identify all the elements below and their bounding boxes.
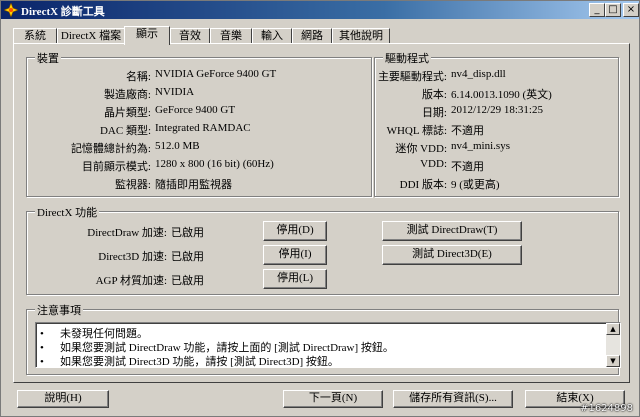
directx-app-icon — [4, 3, 18, 17]
feature-label: AGP 材質加速: — [95, 275, 167, 287]
feature-status: 已啟用 — [171, 227, 204, 239]
field-value: 2012/12/29 18:31:25 — [451, 104, 543, 116]
driver-group: 驅動程式 主要驅動程式: nv4_disp.dll 版本: 6.14.0013.… — [374, 50, 619, 197]
field-label: WHQL 標誌: — [386, 125, 447, 137]
field-value: 6.14.0013.1090 (英文) — [451, 89, 552, 101]
display-tab-panel: 裝置 名稱: NVIDIA GeForce 9400 GT 製造廠商: NVID… — [13, 43, 630, 383]
tab-display[interactable]: 顯示 — [124, 26, 170, 45]
field-value: 隨插即用監視器 — [155, 179, 232, 191]
window-title: DirectX 診斷工具 — [21, 6, 105, 18]
driver-row: WHQL 標誌: 不適用 — [375, 122, 618, 137]
dxdiag-window: DirectX 診斷工具 _ □ × 系統 DirectX 檔案 顯示 音效 音… — [0, 0, 640, 417]
agp-row: AGP 材質加速: 已啟用 — [27, 272, 267, 287]
help-button[interactable]: 說明(H) — [17, 390, 109, 408]
maximize-button[interactable]: □ — [605, 3, 621, 17]
tab-directx-files[interactable]: DirectX 檔案 — [57, 28, 125, 44]
tab-music[interactable]: 音樂 — [210, 28, 252, 44]
device-row: 監視器: 隨插即用監視器 — [27, 176, 371, 191]
driver-row: 版本: 6.14.0013.1090 (英文) — [375, 86, 618, 101]
device-row: 記憶體總計約為: 512.0 MB — [27, 140, 371, 155]
disable-directdraw-button[interactable]: 停用(D) — [263, 221, 327, 241]
bullet-icon: • — [40, 356, 44, 368]
driver-row: VDD: 不適用 — [375, 158, 618, 173]
driver-group-label: 驅動程式 — [383, 50, 431, 66]
feature-label: DirectDraw 加速: — [87, 227, 167, 239]
direct3d-row: Direct3D 加速: 已啟用 — [27, 248, 267, 263]
directx-features-group: DirectX 功能 DirectDraw 加速: 已啟用 停用(D) 測試 D… — [26, 204, 619, 295]
field-value: NVIDIA — [155, 86, 195, 98]
field-label: 監視器: — [114, 179, 151, 191]
field-label: DDI 版本: — [399, 179, 447, 191]
field-value: 不適用 — [451, 125, 484, 137]
note-text: 如果您要測試 Direct3D 功能，請按 [測試 Direct3D] 按鈕。 — [60, 356, 339, 368]
field-label: DAC 類型: — [99, 125, 151, 137]
close-button[interactable]: × — [623, 3, 639, 17]
scroll-down-icon[interactable]: ▼ — [606, 355, 620, 367]
note-item: • 如果您要測試 Direct3D 功能，請按 [測試 Direct3D] 按鈕。 — [40, 353, 339, 368]
test-directdraw-button[interactable]: 測試 DirectDraw(T) — [382, 221, 522, 241]
field-label: 版本: — [421, 89, 447, 101]
driver-row: 主要驅動程式: nv4_disp.dll — [375, 68, 618, 83]
notes-group-label: 注意事項 — [35, 302, 83, 318]
field-value: NVIDIA GeForce 9400 GT — [155, 68, 277, 80]
device-row: 製造廠商: NVIDIA — [27, 86, 371, 101]
driver-row: 迷你 VDD: nv4_mini.sys — [375, 140, 618, 155]
disable-direct3d-button[interactable]: 停用(I) — [263, 245, 327, 265]
device-group-label: 裝置 — [35, 50, 61, 66]
note-item: • 未發現任何問題。 — [40, 325, 148, 340]
field-value: nv4_mini.sys — [451, 140, 510, 152]
directdraw-row: DirectDraw 加速: 已啟用 — [27, 224, 267, 239]
field-value: 512.0 MB — [155, 140, 200, 152]
note-item: • 如果您要測試 DirectDraw 功能，請按上面的 [測試 DirectDr… — [40, 339, 394, 354]
tab-input[interactable]: 輸入 — [252, 28, 292, 44]
driver-row: DDI 版本: 9 (或更高) — [375, 176, 618, 191]
device-row: 名稱: NVIDIA GeForce 9400 GT — [27, 68, 371, 83]
feature-label: Direct3D 加速: — [98, 251, 167, 263]
title-bar[interactable]: DirectX 診斷工具 _ □ × — [1, 1, 639, 19]
notes-scrollbar[interactable]: ▲ ▼ — [606, 323, 620, 367]
feature-status: 已啟用 — [171, 275, 204, 287]
device-row: 晶片類型: GeForce 9400 GT — [27, 104, 371, 119]
field-label: VDD: — [420, 158, 447, 170]
watermark: #1624898 — [580, 403, 633, 414]
tab-network[interactable]: 網路 — [292, 28, 332, 44]
field-label: 記憶體總計約為: — [70, 143, 151, 155]
tab-sound[interactable]: 音效 — [170, 28, 210, 44]
feature-status: 已啟用 — [171, 251, 204, 263]
device-group: 裝置 名稱: NVIDIA GeForce 9400 GT 製造廠商: NVID… — [26, 50, 372, 197]
device-row: DAC 類型: Integrated RAMDAC — [27, 122, 371, 137]
notes-listbox[interactable]: • 未發現任何問題。 • 如果您要測試 DirectDraw 功能，請按上面的 [測… — [35, 322, 621, 368]
field-value: Integrated RAMDAC — [155, 122, 251, 134]
device-row: 目前顯示模式: 1280 x 800 (16 bit) (60Hz) — [27, 158, 371, 173]
field-label: 主要驅動程式: — [377, 71, 447, 83]
field-value: 不適用 — [451, 161, 484, 173]
next-page-button[interactable]: 下一頁(N) — [283, 390, 383, 408]
field-label: 目前顯示模式: — [81, 161, 151, 173]
driver-row: 日期: 2012/12/29 18:31:25 — [375, 104, 618, 119]
scroll-up-icon[interactable]: ▲ — [606, 323, 620, 335]
field-label: 名稱: — [125, 71, 151, 83]
save-all-info-button[interactable]: 儲存所有資訊(S)... — [393, 390, 513, 408]
notes-group: 注意事項 • 未發現任何問題。 • 如果您要測試 DirectDraw 功能，請按上… — [26, 302, 621, 375]
test-direct3d-button[interactable]: 測試 Direct3D(E) — [382, 245, 522, 265]
field-label: 迷你 VDD: — [395, 143, 447, 155]
field-label: 日期: — [421, 107, 447, 119]
directx-features-label: DirectX 功能 — [35, 204, 100, 220]
minimize-button[interactable]: _ — [589, 3, 605, 17]
field-label: 製造廠商: — [103, 89, 151, 101]
tab-system[interactable]: 系統 — [13, 28, 57, 44]
field-value: 1280 x 800 (16 bit) (60Hz) — [155, 158, 274, 170]
field-value: 9 (或更高) — [451, 179, 500, 191]
tab-more-help[interactable]: 其他說明 — [332, 28, 390, 44]
field-value: nv4_disp.dll — [451, 68, 506, 80]
disable-agp-button[interactable]: 停用(L) — [263, 269, 327, 289]
field-value: GeForce 9400 GT — [155, 104, 236, 116]
field-label: 晶片類型: — [103, 107, 151, 119]
